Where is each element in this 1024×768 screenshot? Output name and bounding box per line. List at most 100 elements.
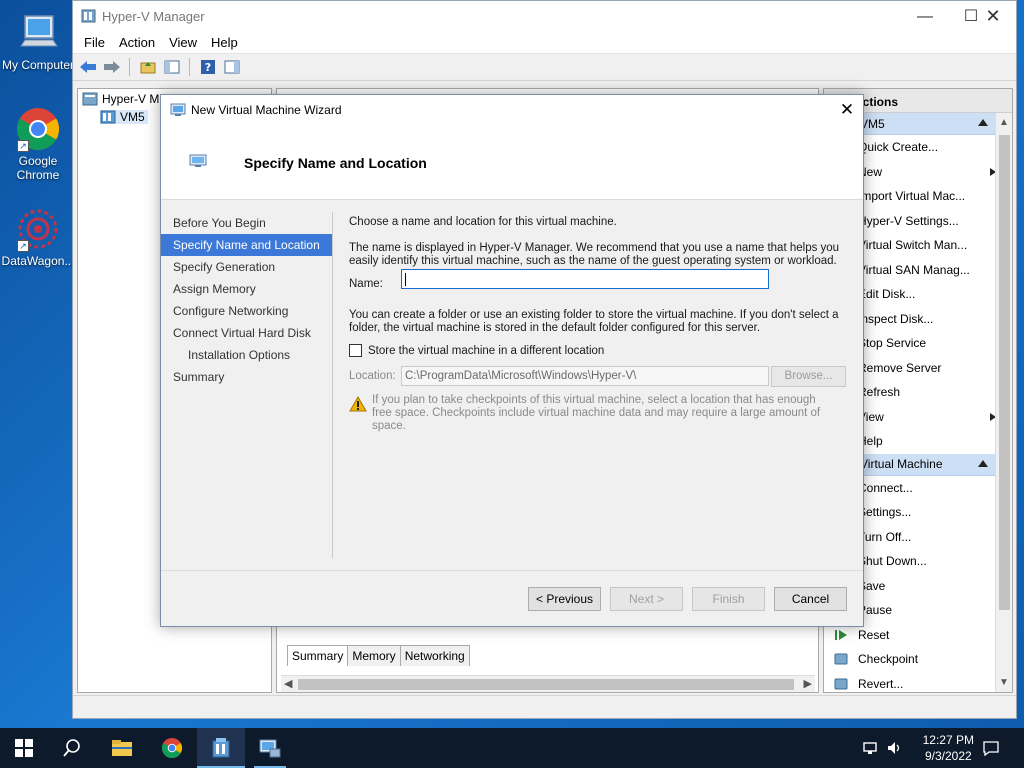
start-button[interactable] — [0, 728, 48, 768]
action-label: Turn Off... — [858, 529, 912, 544]
clock-time: 12:27 PM — [922, 733, 974, 747]
intro-text: Choose a name and location for this virt… — [349, 216, 617, 228]
action-label: Revert... — [858, 676, 904, 691]
taskbar-vm-connection[interactable] — [246, 728, 294, 768]
collapse-icon[interactable] — [978, 119, 988, 126]
action-label: Inspect Disk... — [858, 311, 934, 326]
wizard-footer-separator — [161, 570, 863, 571]
back-button[interactable] — [77, 57, 98, 78]
scroll-down-icon[interactable]: ▼ — [999, 677, 1009, 688]
desktop-icon-google-chrome[interactable]: ↗ Google Chrome — [0, 106, 76, 182]
wizard-step-summary[interactable]: Summary — [161, 366, 333, 388]
up-folder-button[interactable] — [137, 57, 158, 78]
tab-networking[interactable]: Networking — [399, 645, 470, 666]
warning-text: If you plan to take checkpoints of this … — [372, 394, 821, 432]
horizontal-scrollbar[interactable]: ◀ ▶ — [281, 675, 815, 692]
forward-button[interactable] — [101, 57, 122, 78]
arrow-left-icon — [79, 61, 96, 73]
location-input: C:\ProgramData\Microsoft\Windows\Hyper-V… — [401, 366, 769, 386]
vm-wizard-icon — [170, 103, 186, 117]
help-button[interactable]: ? — [197, 57, 218, 78]
toolbar: ? — [73, 54, 1016, 81]
action-label: Quick Create... — [858, 140, 939, 155]
store-location-checkbox[interactable] — [349, 344, 362, 357]
monitor-icon — [189, 154, 207, 168]
system-clock[interactable]: 12:27 PM 9/3/2022 — [923, 732, 974, 764]
menu-action[interactable]: Action — [112, 35, 162, 50]
desktop-icon-datawagon[interactable]: ↗ DataWagon... — [0, 206, 76, 268]
taskbar-hyperv-manager[interactable] — [197, 728, 245, 768]
minimize-button[interactable]: — — [902, 1, 948, 32]
finish-button: Finish — [692, 587, 765, 611]
hyperv-node-icon — [82, 92, 98, 106]
store-location-label: Store the virtual machine in a different… — [368, 344, 605, 357]
wizard-titlebar[interactable]: New Virtual Machine Wizard ✕ — [161, 95, 863, 124]
action-label: Virtual Switch Man... — [858, 238, 968, 253]
notifications-icon[interactable] — [983, 740, 999, 757]
datawagon-icon: ↗ — [15, 206, 61, 252]
desktop-icon-my-computer[interactable]: My Computer — [0, 10, 76, 72]
action-label: Hyper-V Settings... — [858, 213, 959, 228]
action-label: Checkpoint — [858, 652, 919, 667]
toolbar-separator — [189, 58, 190, 76]
tab-summary[interactable]: Summary — [287, 645, 349, 666]
hyperv-titlebar[interactable]: Hyper-V Manager — ☐ ✕ — [73, 1, 1016, 32]
scroll-thumb[interactable] — [298, 679, 794, 690]
taskbar-file-explorer[interactable] — [98, 728, 146, 768]
action-label: Reset — [858, 627, 890, 642]
taskbar-search-button[interactable] — [48, 728, 96, 768]
vm-name-input[interactable] — [401, 269, 769, 289]
action-pane-icon — [224, 60, 239, 74]
scroll-thumb[interactable] — [999, 135, 1010, 610]
arrow-right-icon — [103, 61, 120, 73]
browse-button: Browse... — [771, 366, 846, 387]
wizard-step-before-you-begin[interactable]: Before You Begin — [161, 212, 333, 234]
collapse-icon[interactable] — [978, 459, 988, 467]
action-label: Refresh — [858, 385, 901, 400]
wizard-step-connect-virtual-hard-disk[interactable]: Connect Virtual Hard Disk — [161, 322, 333, 344]
wizard-step-configure-networking[interactable]: Configure Networking — [161, 300, 333, 322]
wizard-step-specify-name-and-location[interactable]: Specify Name and Location — [161, 234, 333, 256]
network-icon[interactable] — [863, 740, 879, 756]
action-label: Connect... — [858, 480, 913, 495]
hyperv-app-icon — [212, 738, 230, 758]
action-label: Edit Disk... — [858, 287, 916, 302]
console-tree-icon — [164, 60, 179, 74]
show-hide-action-pane-button[interactable] — [221, 57, 242, 78]
menu-help[interactable]: Help — [204, 35, 245, 50]
action-label: Stop Service — [858, 336, 927, 351]
show-hide-tree-button[interactable] — [161, 57, 182, 78]
menu-file[interactable]: File — [77, 35, 112, 50]
close-button[interactable]: ✕ — [970, 1, 1016, 32]
tab-memory[interactable]: Memory — [347, 645, 401, 666]
action-revert[interactable]: Revert... — [824, 672, 1012, 693]
toolbar-separator — [129, 58, 130, 76]
tree-item-vm5[interactable]: VM5 — [100, 110, 148, 124]
action-checkpoint[interactable]: Checkpoint — [824, 647, 1012, 672]
svg-text:?: ? — [204, 61, 210, 74]
vertical-scrollbar[interactable]: ▲ ▼ — [995, 113, 1012, 692]
next-button: Next > — [610, 587, 683, 611]
taskbar: 12:27 PM 9/3/2022 — [0, 728, 1024, 768]
taskbar-chrome[interactable] — [148, 728, 196, 768]
store-location-row[interactable]: Store the virtual machine in a different… — [349, 344, 604, 357]
menu-view[interactable]: View — [162, 35, 204, 50]
scroll-right-icon[interactable]: ▶ — [804, 677, 812, 690]
action-label: Virtual SAN Manag... — [858, 262, 970, 277]
volume-icon[interactable] — [886, 740, 902, 756]
wizard-step-specify-generation[interactable]: Specify Generation — [161, 256, 333, 278]
cancel-button[interactable]: Cancel — [774, 587, 847, 611]
folder-up-icon — [140, 62, 155, 74]
scroll-left-icon[interactable]: ◀ — [284, 677, 292, 690]
wizard-close-button[interactable]: ✕ — [831, 95, 863, 124]
location-label: Location: — [349, 370, 396, 382]
wizard-step-assign-memory[interactable]: Assign Memory — [161, 278, 333, 300]
scroll-up-icon[interactable]: ▲ — [999, 117, 1009, 128]
folder-icon — [112, 740, 132, 756]
wizard-step-installation-options[interactable]: Installation Options — [161, 344, 333, 366]
previous-button[interactable]: < Previous — [528, 587, 601, 611]
wizard-title: New Virtual Machine Wizard — [191, 103, 342, 117]
tree-item-hyperv-manager[interactable]: Hyper-V M — [82, 92, 159, 106]
chrome-icon: ↗ — [15, 106, 61, 152]
text-caret — [405, 273, 406, 286]
